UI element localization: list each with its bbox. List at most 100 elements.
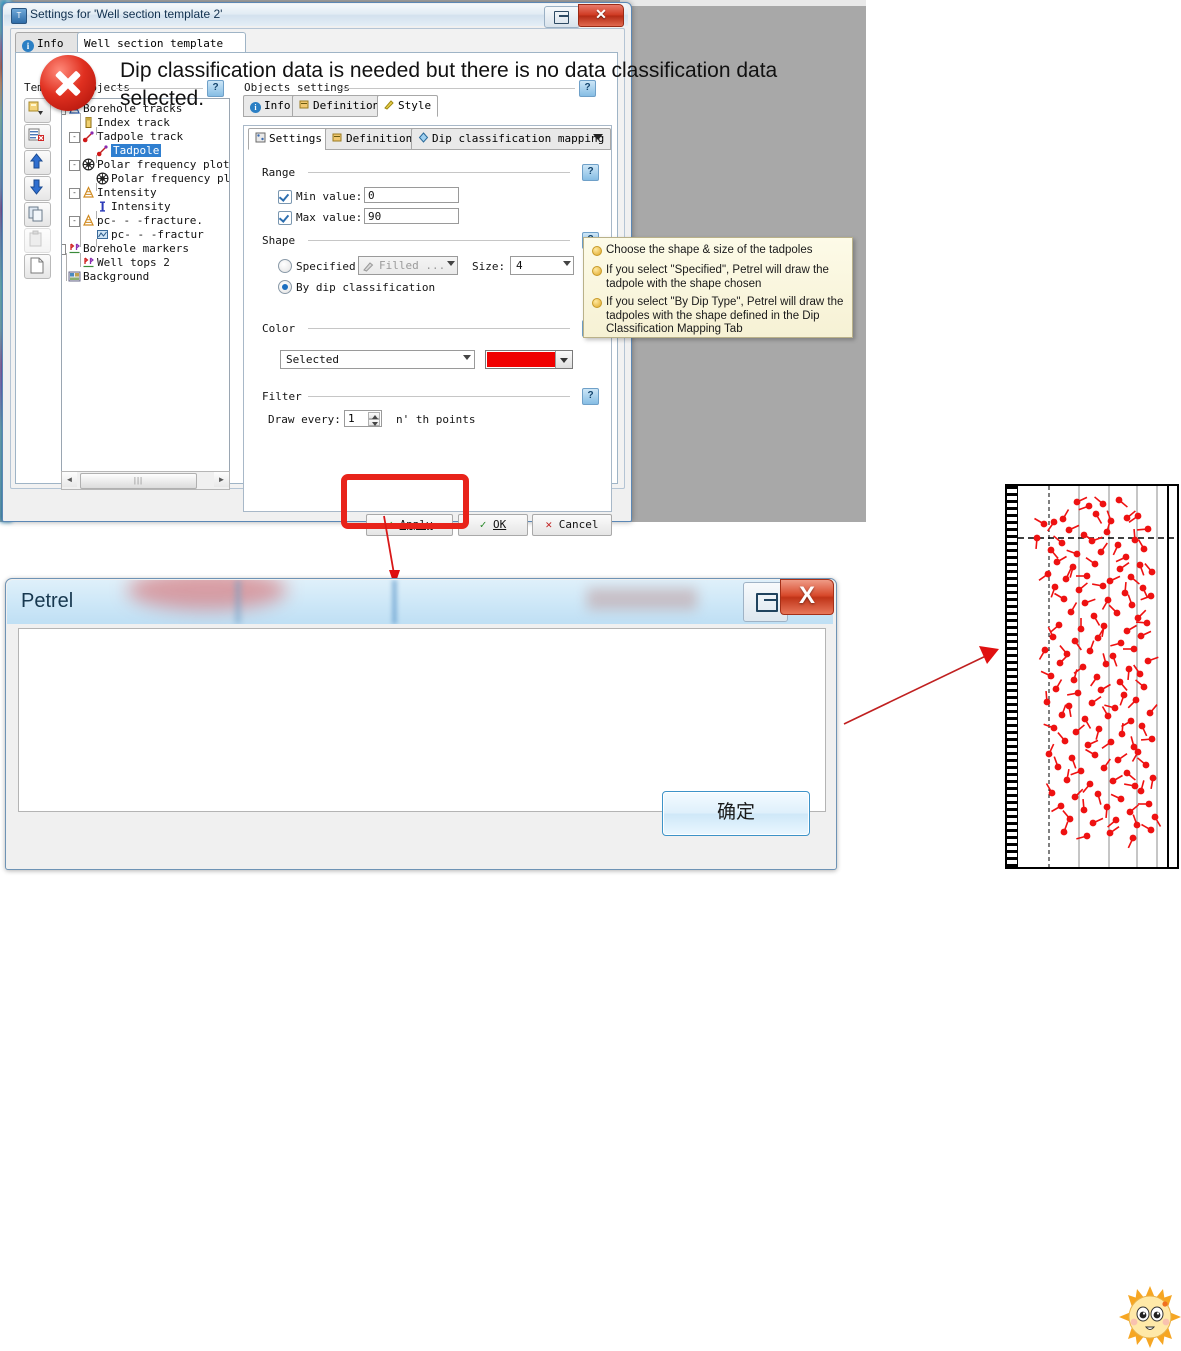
tree-expander-icon[interactable]: - xyxy=(69,160,80,171)
tree-item[interactable]: - Borehole markers xyxy=(62,242,189,256)
subtab-settings[interactable]: Settings xyxy=(248,128,329,150)
tadpole-dot xyxy=(1103,803,1111,811)
delete-object-button[interactable] xyxy=(24,124,51,149)
tree-item[interactable]: pc- - -fractur xyxy=(96,228,204,242)
tadpole-dot xyxy=(1065,702,1073,710)
paste-button[interactable] xyxy=(24,228,51,253)
tree-item[interactable]: Index track xyxy=(82,116,170,130)
template-objects-tree[interactable]: -Borehole tracksIndex track-Tadpole trac… xyxy=(61,98,230,472)
tree-expander-icon[interactable]: - xyxy=(69,216,80,227)
tadpole-dot xyxy=(1147,592,1155,600)
tadpole-dot xyxy=(1151,813,1159,821)
tree-item-label: pc- - -fractur xyxy=(111,228,204,241)
tree-horizontal-scrollbar[interactable]: ◄ ||| ► xyxy=(61,471,230,490)
new-template-button[interactable] xyxy=(24,254,51,279)
range-help-button[interactable]: ? xyxy=(582,164,599,181)
tadpole-dot xyxy=(1067,608,1075,616)
tree-item[interactable]: Polar frequency plc xyxy=(96,172,230,186)
tadpole-dot xyxy=(1063,776,1071,784)
filter-help-button[interactable]: ? xyxy=(582,388,599,405)
tadpole-dot xyxy=(1071,793,1079,801)
draw-every-stepper[interactable]: 1 xyxy=(344,410,382,427)
tree-item[interactable]: Well tops 2 xyxy=(82,256,170,270)
tree-expander-icon[interactable]: - xyxy=(62,244,66,255)
new-dropdown-icon xyxy=(28,101,43,115)
tadpole-dot xyxy=(1065,526,1073,534)
titlebar-blur-artifact xyxy=(587,588,697,610)
tree-item[interactable]: - pc- - -fracture. xyxy=(69,214,203,228)
petrel-ok-button[interactable]: 确定 xyxy=(662,791,810,836)
max-value-input[interactable]: 90 xyxy=(364,208,459,224)
restore-button[interactable] xyxy=(544,6,580,28)
subtab-dip-classification-mapping[interactable]: Dip classification mapping xyxy=(411,128,612,150)
scroll-left-arrow[interactable]: ◄ xyxy=(62,472,77,487)
tree-expander-icon[interactable]: - xyxy=(69,188,80,199)
close-button[interactable]: ✕ xyxy=(578,4,624,27)
tadpole-dot xyxy=(1081,715,1089,723)
subtab-definition[interactable]: Definition xyxy=(325,128,420,150)
tree-item[interactable]: - Tadpole track xyxy=(69,130,183,144)
tree-item[interactable]: - Polar frequency plot xyxy=(69,158,229,172)
shape-combo[interactable]: Filled ... xyxy=(358,256,458,275)
tree-line xyxy=(66,253,67,281)
definition-icon xyxy=(332,133,342,142)
chevron-down-icon[interactable] xyxy=(555,351,572,368)
subtab-settings-label: Settings xyxy=(269,132,322,145)
subtab-overflow-chevron-down-icon[interactable] xyxy=(593,134,603,140)
tadpole-dot xyxy=(1050,724,1058,732)
move-up-button[interactable] xyxy=(24,150,51,175)
tadpole-dot xyxy=(1128,601,1136,609)
size-combo[interactable]: 4 xyxy=(510,256,574,275)
tadpole-dot xyxy=(1106,829,1114,837)
by-dip-classification-radio[interactable] xyxy=(278,280,292,294)
scroll-right-arrow[interactable]: ► xyxy=(214,472,229,487)
index-track-icon xyxy=(82,116,95,129)
tree-item-label: Polar frequency plc xyxy=(111,172,230,185)
restore-icon xyxy=(554,11,569,24)
tree-item[interactable]: Background xyxy=(68,270,149,284)
color-mode-combo[interactable]: Selected xyxy=(280,350,475,369)
tree-item[interactable]: - Intensity xyxy=(69,186,157,200)
size-combo-value: 4 xyxy=(516,259,523,272)
settings-window-title: Settings for 'Well section template 2' xyxy=(30,7,223,21)
tree-expander-icon[interactable]: - xyxy=(69,132,80,143)
document-icon xyxy=(30,257,44,274)
tadpole-dot xyxy=(1094,790,1102,798)
min-value-input[interactable]: 0 xyxy=(364,187,459,203)
tadpole-dot xyxy=(1109,652,1117,660)
shape-tooltip: Choose the shape & size of the tadpoles … xyxy=(583,237,853,338)
tadpole-dot xyxy=(1077,767,1085,775)
tadpole-dot xyxy=(1123,627,1131,635)
chevron-down-icon xyxy=(563,261,571,266)
tadpole-dot xyxy=(1100,622,1108,630)
move-down-button[interactable] xyxy=(24,176,51,201)
dip-mapping-icon xyxy=(418,132,429,143)
scroll-thumb[interactable]: ||| xyxy=(80,473,197,489)
tadpole-dot xyxy=(1140,683,1148,691)
max-value-checkbox[interactable] xyxy=(278,211,292,225)
min-value-checkbox[interactable] xyxy=(278,190,292,204)
min-value-label: Min value: xyxy=(296,190,363,203)
tree-item[interactable]: Intensity xyxy=(96,200,171,214)
copy-button[interactable] xyxy=(24,202,51,227)
stepper-buttons[interactable] xyxy=(368,412,380,427)
tadpole-dot xyxy=(1134,512,1142,520)
stepper-down[interactable] xyxy=(368,419,380,426)
color-swatch-button[interactable] xyxy=(485,350,573,369)
tadpole-dot xyxy=(1139,584,1147,592)
tadpole-dot xyxy=(1088,699,1096,707)
arrow-up-icon xyxy=(372,414,378,419)
stepper-up[interactable] xyxy=(368,412,380,419)
tadpole-dot xyxy=(1061,737,1069,745)
petrel-close-button[interactable]: X xyxy=(780,579,834,615)
tadpole-dot xyxy=(1095,725,1103,733)
objects-settings-panel: i Info Definition Style Settings Definit… xyxy=(240,95,613,512)
cancel-button[interactable]: ✕ Cancel xyxy=(532,514,612,536)
tadpole-dot xyxy=(1071,637,1079,645)
polar-plot-icon xyxy=(96,172,109,185)
tree-item[interactable]: Tadpole xyxy=(96,144,162,158)
tadpole-dot xyxy=(1148,568,1156,576)
specified-radio[interactable] xyxy=(278,259,292,273)
tadpole-icon xyxy=(96,144,109,157)
chevron-down-icon xyxy=(463,355,471,360)
